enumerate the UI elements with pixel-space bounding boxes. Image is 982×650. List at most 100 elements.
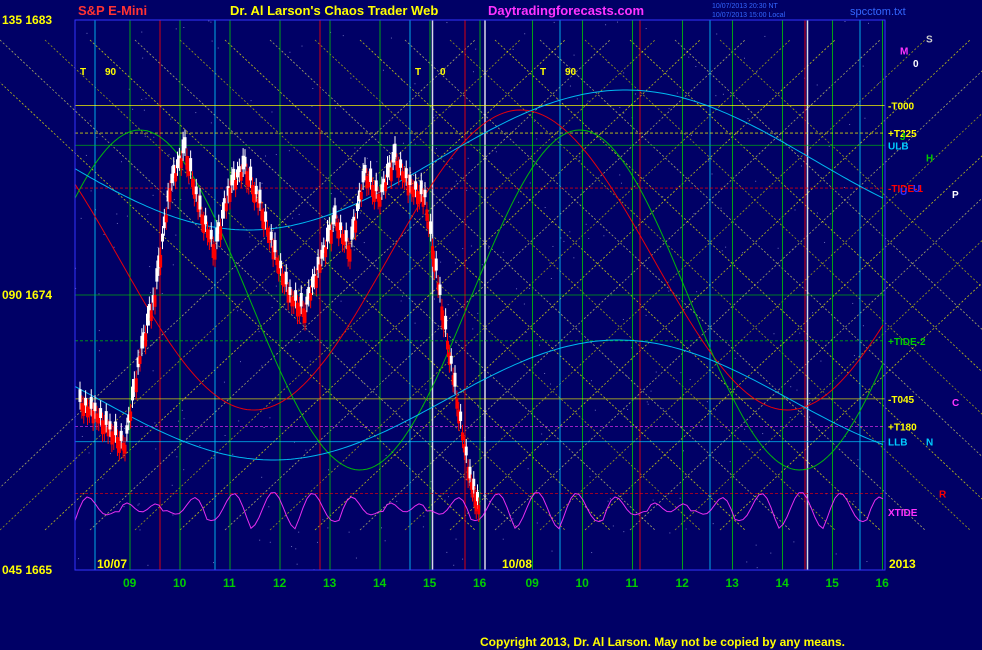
- hour-tick-label: 16: [876, 576, 890, 590]
- star: [298, 213, 300, 215]
- star: [259, 539, 261, 541]
- star: [120, 161, 122, 163]
- star: [612, 525, 614, 527]
- candle-body: [249, 166, 253, 181]
- star: [381, 101, 383, 103]
- star: [154, 422, 156, 424]
- star: [645, 28, 647, 30]
- right-level-label: ULB: [888, 141, 909, 152]
- candle-body: [359, 191, 363, 200]
- candle-body: [464, 446, 468, 456]
- star: [812, 312, 814, 314]
- timestamp-local: 10/07/2013 15:00 Local: [712, 12, 786, 19]
- star: [808, 399, 810, 401]
- candle-body: [356, 203, 359, 211]
- star: [322, 519, 324, 521]
- star: [312, 87, 314, 89]
- star: [150, 292, 152, 294]
- star: [623, 531, 625, 533]
- star: [439, 495, 441, 497]
- star: [793, 541, 795, 543]
- star: [573, 257, 575, 259]
- star: [453, 564, 455, 566]
- candle-body: [459, 411, 463, 422]
- star: [390, 37, 392, 39]
- candle-body: [399, 159, 403, 168]
- star: [86, 32, 88, 34]
- star: [809, 392, 811, 394]
- star: [794, 209, 796, 211]
- star: [591, 552, 593, 554]
- hour-tick-label: 09: [123, 576, 137, 590]
- star: [123, 506, 125, 508]
- right-level-label: LLB: [888, 438, 907, 449]
- star: [113, 246, 115, 248]
- star: [376, 161, 378, 163]
- star: [680, 372, 682, 374]
- star: [634, 93, 636, 95]
- top-marker: T: [415, 67, 421, 78]
- candle-body: [421, 195, 425, 207]
- candle-body: [174, 173, 178, 182]
- candle-body: [114, 421, 118, 436]
- star: [138, 503, 140, 505]
- star: [316, 541, 318, 543]
- star: [239, 361, 241, 363]
- star: [423, 515, 425, 517]
- star: [544, 372, 546, 374]
- star: [689, 379, 691, 381]
- star: [440, 261, 442, 263]
- star: [296, 563, 298, 565]
- candle-body: [239, 172, 243, 181]
- star: [124, 427, 126, 429]
- star: [153, 136, 155, 138]
- candle-body: [279, 260, 283, 269]
- candle-body: [369, 168, 373, 182]
- star: [81, 435, 83, 437]
- candle-body: [299, 292, 303, 307]
- star: [605, 24, 607, 26]
- star: [716, 33, 718, 35]
- star: [676, 92, 678, 94]
- candle-body: [78, 389, 82, 402]
- top-marker: 0: [440, 67, 446, 78]
- candle-body: [117, 438, 121, 453]
- star: [224, 434, 226, 436]
- star: [348, 531, 350, 533]
- candle-body: [438, 284, 442, 295]
- star: [755, 544, 757, 546]
- star: [363, 242, 365, 244]
- star: [758, 100, 760, 102]
- candle-body: [159, 254, 163, 268]
- star: [700, 425, 702, 427]
- star: [852, 302, 854, 304]
- star: [456, 314, 458, 316]
- star: [275, 154, 277, 156]
- star: [422, 526, 424, 528]
- star: [729, 461, 731, 463]
- candle-body: [179, 158, 183, 169]
- star: [693, 213, 695, 215]
- star: [547, 444, 549, 446]
- hour-tick-label: 12: [676, 576, 690, 590]
- star: [271, 307, 273, 309]
- hour-tick-label: 11: [626, 576, 639, 590]
- star: [213, 562, 215, 564]
- star: [435, 114, 437, 116]
- star: [734, 357, 736, 359]
- star: [544, 207, 546, 209]
- star: [258, 331, 260, 333]
- right-level-label: C: [952, 398, 959, 409]
- star: [144, 135, 146, 137]
- top-marker: T: [540, 67, 546, 78]
- price-axis-label: 135 1683: [2, 13, 52, 27]
- star: [525, 331, 527, 333]
- star: [261, 365, 263, 367]
- star: [157, 246, 159, 248]
- star: [527, 468, 529, 470]
- star: [585, 223, 587, 225]
- star: [617, 21, 619, 23]
- star: [269, 417, 271, 419]
- price-axis-label: 045 1665: [2, 563, 52, 577]
- star: [309, 360, 311, 362]
